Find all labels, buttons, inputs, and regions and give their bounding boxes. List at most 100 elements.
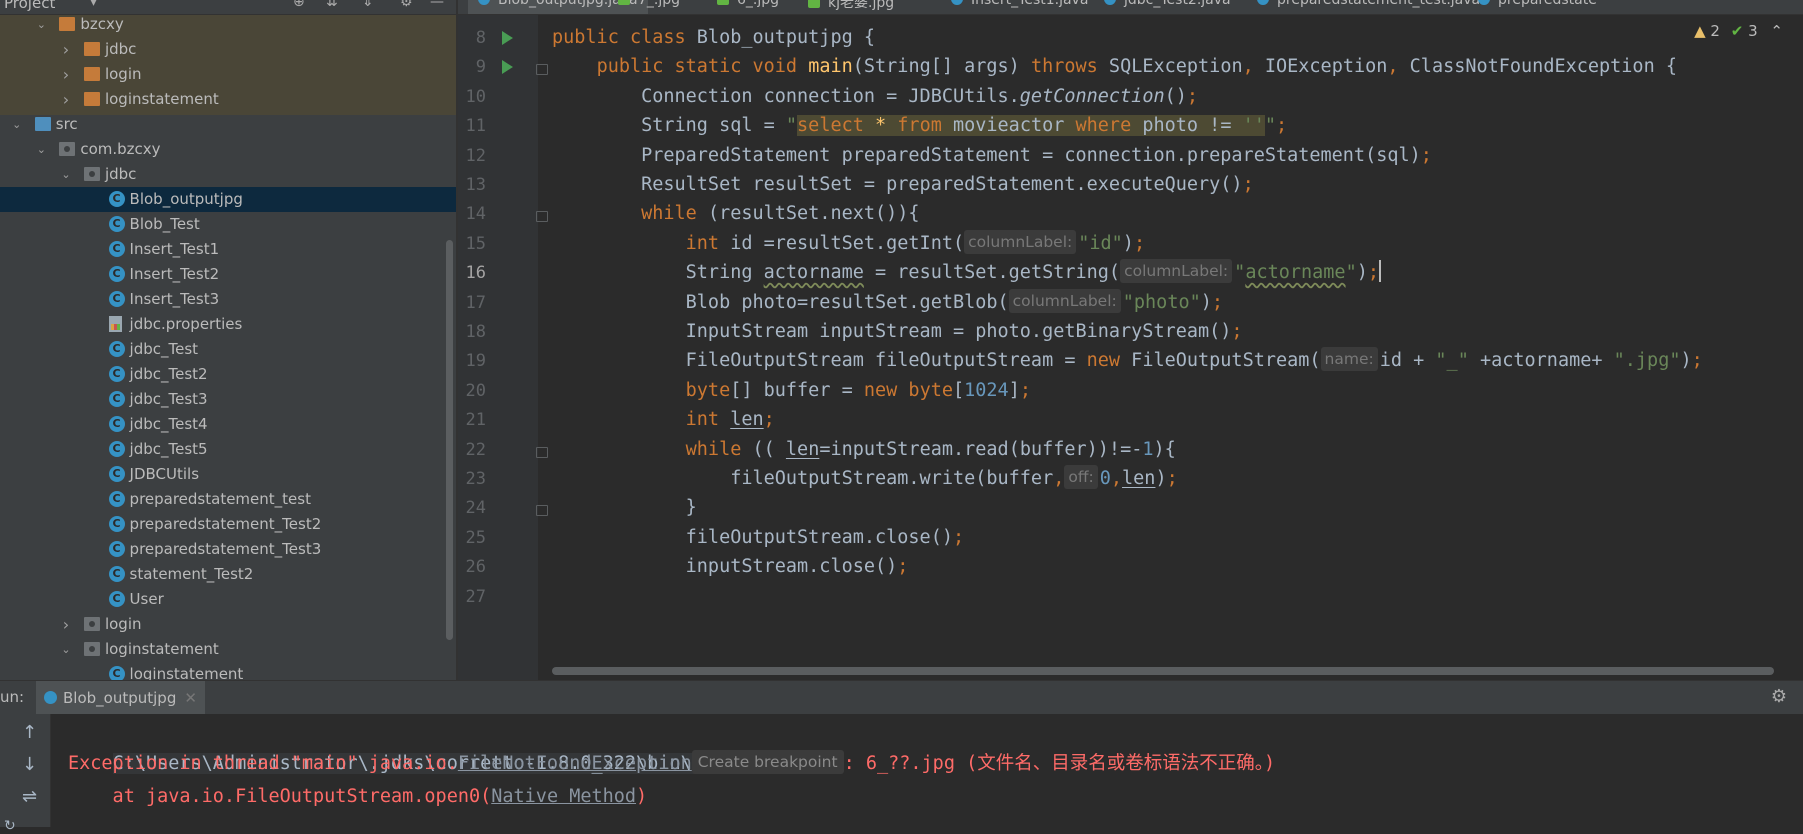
line-number: 27 bbox=[465, 586, 486, 607]
fold-icon[interactable] bbox=[536, 64, 548, 76]
editor-tab-label: 6_.jpg bbox=[737, 0, 780, 8]
chevron-up-icon[interactable]: ⌃ bbox=[1770, 22, 1783, 40]
folder-icon bbox=[34, 117, 51, 131]
create-breakpoint-hint[interactable]: Create breakpoint bbox=[691, 750, 844, 774]
chevron-down-icon[interactable]: ⌄ bbox=[11, 112, 23, 137]
tree-item[interactable]: ⌄ src bbox=[0, 112, 456, 137]
run-tab[interactable]: Blob_outputjpg ✕ bbox=[36, 681, 205, 718]
tree-item[interactable]: ⌄ jdbc bbox=[0, 162, 456, 187]
tree-item[interactable]: Cjdbc_Test3 bbox=[0, 387, 456, 412]
tree-item[interactable]: › login bbox=[0, 62, 456, 87]
class-icon bbox=[1104, 0, 1116, 5]
tree-item-label: jdbc_Test bbox=[129, 340, 199, 358]
chevron-right-icon[interactable]: › bbox=[60, 612, 72, 637]
tree-item-label: Insert_Test1 bbox=[129, 240, 220, 258]
arrow-down-icon[interactable]: ↓ bbox=[22, 754, 37, 775]
tree-item[interactable]: ⌄ bzcxy bbox=[0, 12, 456, 37]
fold-icon[interactable] bbox=[536, 446, 548, 458]
error-prefix: Exception in thread "main" java.io. bbox=[68, 753, 458, 774]
chevron-down-icon[interactable]: ⌄ bbox=[60, 162, 72, 187]
tree-item[interactable]: › loginstatement bbox=[0, 87, 456, 112]
class-icon: C bbox=[108, 291, 125, 307]
tree-item[interactable]: › login bbox=[0, 612, 456, 637]
properties-file-icon bbox=[108, 316, 122, 332]
collapse-all-icon[interactable]: ⇊ bbox=[326, 0, 338, 10]
editor-tab[interactable]: 6_.jpg bbox=[707, 0, 789, 14]
gear-icon[interactable]: ⚙ bbox=[400, 0, 413, 10]
tree-item[interactable]: Cjdbc_Test2 bbox=[0, 362, 456, 387]
code-editor[interactable]: public class Blob_outputjpg { public sta… bbox=[538, 15, 1803, 680]
chevron-right-icon[interactable]: › bbox=[60, 37, 72, 62]
editor-tab-label: preparedstate bbox=[1498, 0, 1597, 8]
tree-item[interactable]: Cstatement_Test2 bbox=[0, 562, 456, 587]
native-method-link[interactable]: Native Method bbox=[491, 786, 636, 807]
editor-tab[interactable]: Insert_Test1.java bbox=[941, 0, 1098, 14]
tree-item[interactable]: Cpreparedstatement_Test3 bbox=[0, 537, 456, 562]
tree-item-label: Blob_outputjpg bbox=[129, 190, 243, 208]
class-icon: C bbox=[108, 366, 125, 382]
fold-icon[interactable] bbox=[536, 505, 548, 517]
tree-item[interactable]: C Insert_Test3 bbox=[0, 287, 456, 312]
expand-icon[interactable]: ⇕ bbox=[362, 0, 374, 10]
class-icon: C bbox=[108, 566, 125, 582]
code-line[interactable]: inputStream.close(); bbox=[552, 550, 909, 584]
inspection-widget[interactable]: ▲ 2 ✔ 3 ⌃ bbox=[1694, 22, 1783, 40]
tree-item-label: Insert_Test2 bbox=[129, 265, 220, 283]
tree-item-label: loginstatement bbox=[129, 665, 244, 680]
chevron-down-icon[interactable]: ⌄ bbox=[35, 137, 47, 162]
error-suffix: : 6_??.jpg (文件名、目录名或卷标语法不正确。) bbox=[843, 753, 1276, 774]
editor-horizontal-scrollbar[interactable] bbox=[552, 667, 1774, 675]
tree-item[interactable]: ⌄ com.bzcxy bbox=[0, 137, 456, 162]
tree-item[interactable]: Cpreparedstatement_test bbox=[0, 487, 456, 512]
chevron-down-icon[interactable]: ⌄ bbox=[35, 12, 47, 37]
tree-item[interactable]: Cpreparedstatement_Test2 bbox=[0, 512, 456, 537]
class-icon: C bbox=[108, 191, 125, 207]
tree-item[interactable]: Cjdbc_Test4 bbox=[0, 412, 456, 437]
editor-tab[interactable]: 7_.jpg bbox=[608, 0, 690, 14]
tree-item[interactable]: ⌄ loginstatement bbox=[0, 637, 456, 662]
chevron-down-icon[interactable]: ⌄ bbox=[60, 637, 72, 662]
arrow-up-icon[interactable]: ↑ bbox=[22, 722, 37, 743]
tree-item-label: jdbc_Test4 bbox=[129, 415, 208, 433]
editor-tab[interactable]: preparedstatement_test.java bbox=[1247, 0, 1490, 14]
rerun-icon[interactable]: ↻ bbox=[4, 818, 16, 834]
tree-item-label: jdbc_Test5 bbox=[129, 440, 208, 458]
editor-tab[interactable]: kj老婆.jpg bbox=[798, 0, 904, 14]
tree-item[interactable]: jdbc.properties bbox=[0, 312, 456, 337]
tree-item[interactable]: C Blob_Test bbox=[0, 212, 456, 237]
hide-icon[interactable]: — bbox=[430, 0, 444, 10]
tree-item[interactable]: Cloginstatement bbox=[0, 662, 456, 680]
project-title[interactable]: Project bbox=[4, 0, 55, 12]
chevron-right-icon[interactable]: › bbox=[60, 62, 72, 87]
fold-icon[interactable] bbox=[536, 211, 548, 223]
editor-tab-label: jdbc_Test2.java bbox=[1124, 0, 1231, 8]
project-scrollbar[interactable] bbox=[446, 240, 453, 640]
editor-tabs: Blob_outputjpg.java 7_.jpg 6_.jpg kj老婆.jpg I… bbox=[458, 0, 1803, 15]
console-output[interactable]: C:\Users\Administrator\.jdks\corretto-1.… bbox=[51, 714, 1803, 827]
folder-icon bbox=[83, 92, 100, 106]
gear-icon[interactable]: ⚙ bbox=[1771, 686, 1787, 707]
class-icon: C bbox=[108, 441, 125, 457]
editor-tab[interactable]: jdbc_Test2.java bbox=[1094, 0, 1241, 14]
chevron-right-icon[interactable]: › bbox=[60, 87, 72, 112]
editor-tab[interactable]: preparedstate bbox=[1468, 0, 1607, 14]
exception-link[interactable]: FileNotFoundException bbox=[458, 753, 692, 774]
tree-item[interactable]: Cjdbc_Test bbox=[0, 337, 456, 362]
tree-item[interactable]: › jdbc bbox=[0, 37, 456, 62]
tree-item[interactable]: C Insert_Test1 bbox=[0, 237, 456, 262]
chevron-down-icon[interactable]: ▾ bbox=[90, 0, 97, 10]
tree-item-label: Insert_Test3 bbox=[129, 290, 220, 308]
editor-tab-label: Insert_Test1.java bbox=[971, 0, 1089, 8]
tree-item[interactable]: C Blob_outputjpg bbox=[0, 187, 456, 212]
run-gutter-icon[interactable] bbox=[502, 31, 513, 45]
close-icon[interactable]: ✕ bbox=[184, 689, 197, 707]
stack-suffix: ) bbox=[636, 786, 648, 807]
tree-item-label: preparedstatement_test bbox=[129, 490, 311, 508]
locate-icon[interactable]: ⊕ bbox=[293, 0, 305, 10]
run-gutter-icon[interactable] bbox=[502, 60, 513, 75]
tree-item[interactable]: C Insert_Test2 bbox=[0, 262, 456, 287]
tree-item[interactable]: Cjdbc_Test5 bbox=[0, 437, 456, 462]
soft-wrap-icon[interactable]: ⇌ bbox=[22, 786, 37, 807]
tree-item[interactable]: C User bbox=[0, 587, 456, 612]
tree-item[interactable]: C JDBCUtils bbox=[0, 462, 456, 487]
